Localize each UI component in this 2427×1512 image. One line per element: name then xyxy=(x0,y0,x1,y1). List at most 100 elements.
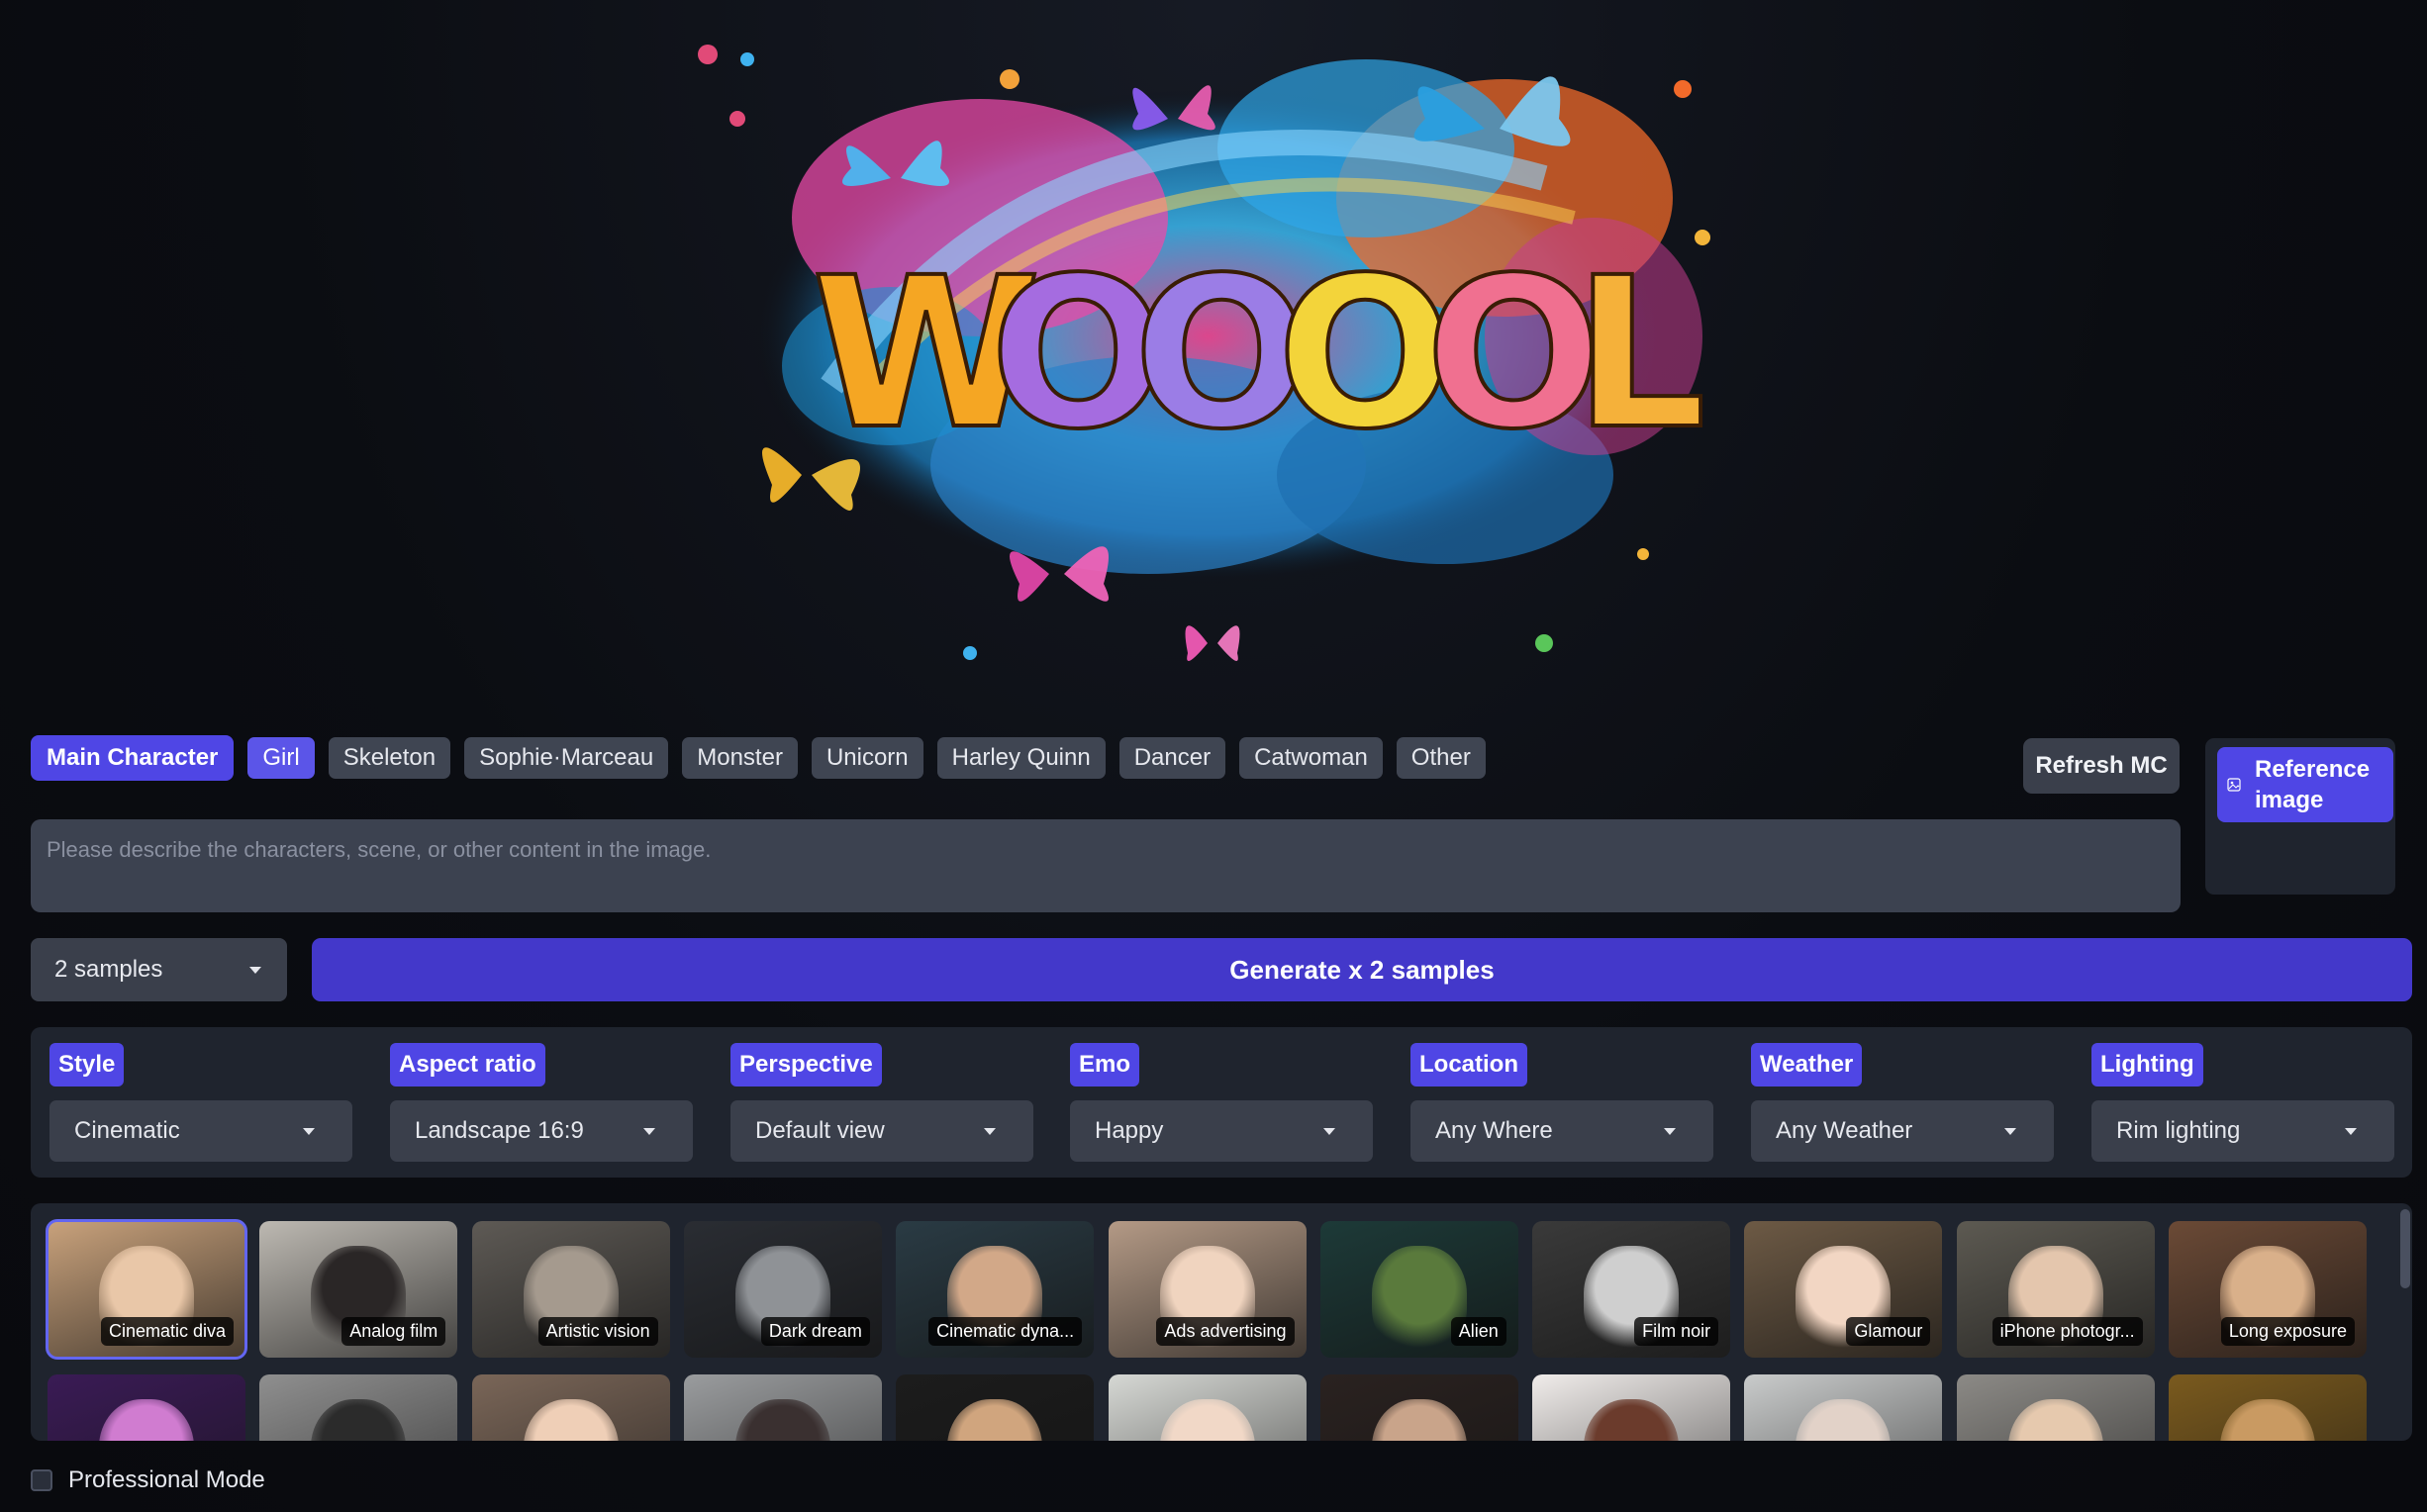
gallery-thumb[interactable] xyxy=(1744,1374,1943,1441)
thumb-caption: Ads advertising xyxy=(1156,1317,1295,1346)
svg-text:L: L xyxy=(1574,233,1706,475)
option-value: Landscape 16:9 xyxy=(415,1117,584,1144)
option-label: Emo xyxy=(1070,1043,1140,1087)
samples-select[interactable]: 2 samples xyxy=(31,938,287,1001)
gallery-thumb[interactable]: iPhone photogr... xyxy=(1956,1221,2155,1358)
thumb-portrait xyxy=(734,1398,830,1441)
options-panel: Style Cinematic Aspect ratio Landscape 1… xyxy=(31,1027,2412,1178)
chip-catwoman[interactable]: Catwoman xyxy=(1239,737,1383,779)
style-gallery: Cinematic diva Analog film Artistic vision… xyxy=(31,1203,2412,1441)
thumb-caption: Glamour xyxy=(1846,1317,1931,1346)
option-perspective: Perspective Default view xyxy=(730,1043,1033,1162)
thumb-portrait xyxy=(99,1398,194,1441)
option-value: Any Weather xyxy=(1776,1117,1913,1144)
professional-mode-toggle[interactable]: Professional Mode xyxy=(31,1466,265,1494)
main-character-row: Main Character Girl Skeleton Sophie·Marc… xyxy=(31,735,1486,781)
option-weather: Weather Any Weather xyxy=(1751,1043,2054,1162)
style-select[interactable]: Cinematic xyxy=(49,1100,352,1162)
option-value: Default view xyxy=(755,1117,885,1144)
option-value: Cinematic xyxy=(74,1117,180,1144)
gallery-thumb[interactable] xyxy=(1108,1374,1307,1441)
option-emo: Emo Happy xyxy=(1070,1043,1373,1162)
option-label: Lighting xyxy=(2091,1043,2203,1087)
gallery-thumb[interactable] xyxy=(1532,1374,1731,1441)
generate-button[interactable]: Generate x 2 samples xyxy=(312,938,2412,1001)
chip-dancer[interactable]: Dancer xyxy=(1118,737,1226,779)
emo-select[interactable]: Happy xyxy=(1070,1100,1373,1162)
thumb-caption: Artistic vision xyxy=(537,1317,658,1346)
option-label: Aspect ratio xyxy=(390,1043,545,1087)
gallery-thumb[interactable] xyxy=(471,1374,670,1441)
gallery-thumb[interactable] xyxy=(259,1374,458,1441)
gallery-thumb[interactable]: Cinematic dyna... xyxy=(896,1221,1095,1358)
chevron-down-icon xyxy=(249,966,261,974)
option-value: Happy xyxy=(1095,1117,1164,1144)
chip-other[interactable]: Other xyxy=(1396,737,1486,779)
gallery-thumb[interactable]: Alien xyxy=(1319,1221,1518,1358)
thumb-caption: Film noir xyxy=(1634,1317,1719,1346)
option-style: Style Cinematic xyxy=(49,1043,352,1162)
thumb-caption: Cinematic dyna... xyxy=(928,1317,1083,1346)
gallery-thumb[interactable]: Artistic vision xyxy=(471,1221,670,1358)
refresh-mc-button[interactable]: Refresh MC xyxy=(2023,738,2180,794)
gallery-scrollbar[interactable] xyxy=(2400,1209,2410,1288)
thumb-portrait xyxy=(523,1398,619,1441)
chevron-down-icon xyxy=(2345,1127,2357,1135)
image-icon xyxy=(2227,778,2241,792)
option-label: Location xyxy=(1410,1043,1527,1087)
option-label: Style xyxy=(49,1043,125,1087)
thumb-caption: Long exposure xyxy=(2220,1317,2355,1346)
logo-artwork: W O O O O L xyxy=(698,45,1710,661)
option-value: Any Where xyxy=(1435,1117,1553,1144)
option-aspect-ratio: Aspect ratio Landscape 16:9 xyxy=(390,1043,693,1162)
chip-monster[interactable]: Monster xyxy=(682,737,798,779)
reference-image-button[interactable]: Reference image xyxy=(2217,747,2393,822)
chip-unicorn[interactable]: Unicorn xyxy=(811,737,923,779)
gallery-thumb[interactable] xyxy=(896,1374,1095,1441)
gallery-thumb[interactable]: Glamour xyxy=(1744,1221,1943,1358)
gallery-thumb[interactable] xyxy=(1319,1374,1518,1441)
thumb-portrait xyxy=(2007,1398,2103,1441)
thumb-caption: iPhone photogr... xyxy=(1991,1317,2143,1346)
gallery-thumb[interactable]: Film noir xyxy=(1532,1221,1731,1358)
option-label: Weather xyxy=(1751,1043,1863,1087)
option-value: Rim lighting xyxy=(2116,1117,2241,1144)
thumb-portrait xyxy=(947,1398,1043,1441)
gallery-thumb[interactable]: Ads advertising xyxy=(1108,1221,1307,1358)
weather-select[interactable]: Any Weather xyxy=(1751,1100,2054,1162)
thumb-portrait xyxy=(311,1398,407,1441)
thumb-portrait xyxy=(1159,1398,1255,1441)
thumb-caption: Analog film xyxy=(341,1317,446,1346)
chevron-down-icon xyxy=(1664,1127,1676,1135)
chip-harley-quinn[interactable]: Harley Quinn xyxy=(936,737,1106,779)
gallery-thumb[interactable]: Cinematic diva xyxy=(46,1219,247,1360)
thumb-caption: Cinematic diva xyxy=(100,1317,234,1346)
perspective-select[interactable]: Default view xyxy=(730,1100,1033,1162)
gallery-thumb[interactable]: Analog film xyxy=(259,1221,458,1358)
gallery-thumb[interactable] xyxy=(683,1374,882,1441)
prompt-input[interactable] xyxy=(31,819,2181,912)
chip-girl[interactable]: Girl xyxy=(247,737,315,779)
thumb-portrait xyxy=(2220,1398,2315,1441)
lighting-select[interactable]: Rim lighting xyxy=(2091,1100,2394,1162)
chevron-down-icon xyxy=(643,1127,655,1135)
professional-mode-label: Professional Mode xyxy=(68,1466,265,1493)
professional-mode-checkbox[interactable] xyxy=(31,1469,52,1491)
chevron-down-icon xyxy=(303,1127,315,1135)
gallery-thumb[interactable] xyxy=(2169,1374,2367,1441)
chevron-down-icon xyxy=(2004,1127,2016,1135)
aspect-ratio-select[interactable]: Landscape 16:9 xyxy=(390,1100,693,1162)
chip-sophie-marceau[interactable]: Sophie·Marceau xyxy=(464,737,669,779)
reference-image-panel: Reference image xyxy=(2205,738,2395,895)
thumb-portrait xyxy=(1796,1398,1892,1441)
option-label: Perspective xyxy=(730,1043,882,1087)
gallery-thumb[interactable] xyxy=(1956,1374,2155,1441)
location-select[interactable]: Any Where xyxy=(1410,1100,1713,1162)
chevron-down-icon xyxy=(1323,1127,1335,1135)
thumb-caption: Alien xyxy=(1450,1317,1506,1346)
chip-skeleton[interactable]: Skeleton xyxy=(328,737,451,779)
gallery-thumb[interactable]: Long exposure xyxy=(2169,1221,2367,1358)
main-character-label: Main Character xyxy=(31,735,235,781)
gallery-thumb[interactable] xyxy=(48,1374,245,1441)
gallery-thumb[interactable]: Dark dream xyxy=(683,1221,882,1358)
